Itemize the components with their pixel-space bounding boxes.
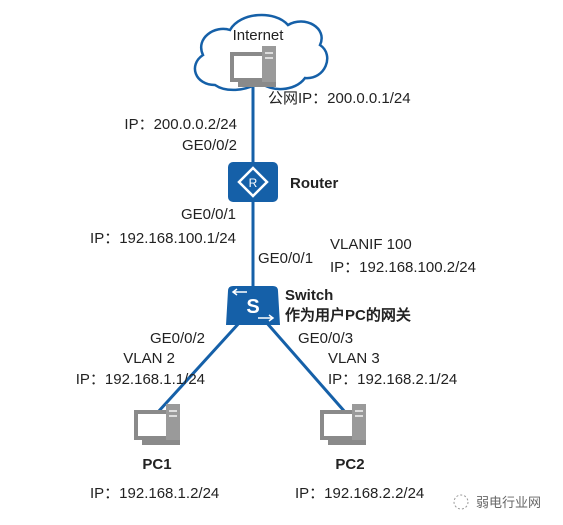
switch-up-port: GE0/0/1 [258, 250, 313, 267]
router-up-ip: IP：200.0.0.2/24 [124, 116, 237, 133]
svg-text:R: R [249, 176, 258, 190]
switch-label: Switch [285, 287, 333, 304]
pc1-ip: IP：192.168.1.2/24 [90, 485, 219, 502]
links [156, 85, 347, 414]
switch-vlanif: VLANIF 100 [330, 236, 412, 253]
pc2-label: PC2 [335, 456, 364, 473]
watermark: 弱电行业网 [476, 495, 541, 510]
watermark-logo-icon [453, 494, 469, 510]
switch-right-ip: IP：192.168.2.1/24 [328, 371, 457, 388]
pc1-icon [134, 402, 182, 447]
switch-right-vlan: VLAN 3 [328, 350, 380, 367]
pc2-icon [320, 402, 368, 447]
switch-note: 作为用户PC的网关 [285, 306, 411, 324]
switch-left-ip: IP：192.168.1.1/24 [76, 371, 205, 388]
router-up-port: GE0/0/2 [182, 137, 237, 154]
svg-text:S: S [246, 296, 259, 318]
switch-icon: S [226, 286, 280, 325]
network-diagram: Internet 公网IP：200.0.0.1/24 R Router IP：2… [76, 13, 541, 510]
switch-right-port: GE0/0/3 [298, 330, 353, 347]
pc2-ip: IP：192.168.2.2/24 [295, 485, 424, 502]
internet-pc-icon [230, 44, 278, 89]
router-down-port: GE0/0/1 [181, 206, 236, 223]
switch-left-port: GE0/0/2 [150, 330, 205, 347]
switch-vlanif-ip: IP：192.168.100.2/24 [330, 259, 476, 276]
internet-label: Internet [233, 27, 285, 44]
switch-left-vlan: VLAN 2 [123, 350, 175, 367]
router-icon: R [228, 162, 278, 202]
router-label: Router [290, 175, 338, 192]
pc1-label: PC1 [142, 456, 171, 473]
router-down-ip: IP：192.168.100.1/24 [90, 230, 236, 247]
internet-public-ip: 公网IP：200.0.0.1/24 [268, 90, 411, 107]
